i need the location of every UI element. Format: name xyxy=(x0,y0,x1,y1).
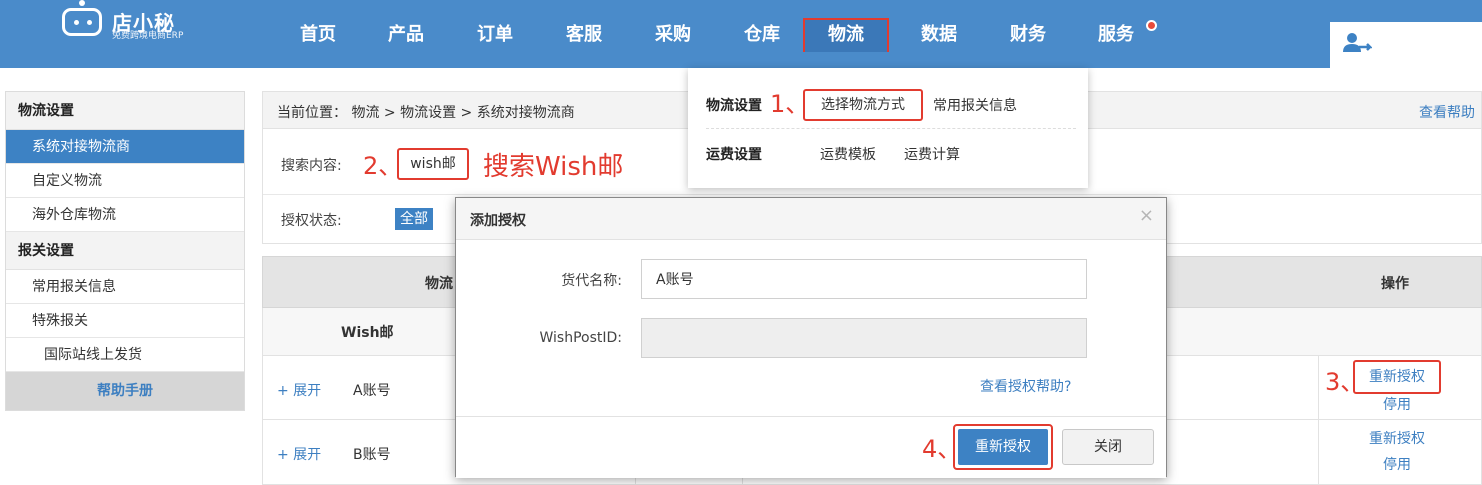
sidebar-section-customs: 报关设置 xyxy=(6,232,244,270)
expand-link[interactable]: + 展开 xyxy=(277,444,321,464)
dropdown-item-select-method[interactable]: 选择物流方式 xyxy=(803,89,923,121)
status-label: 授权状态: xyxy=(281,213,342,229)
col-ops-header: 操作 xyxy=(1381,276,1409,292)
sidebar: 物流设置 系统对接物流商 自定义物流 海外仓库物流 报关设置 常用报关信息 特殊… xyxy=(5,91,245,411)
disable-button[interactable]: 停用 xyxy=(1353,394,1441,414)
forwarder-name-input[interactable] xyxy=(641,259,1087,299)
col-logistics-header: 物流 xyxy=(425,276,453,292)
search-label: 搜索内容: xyxy=(281,158,342,174)
sidebar-item-system-carriers[interactable]: 系统对接物流商 xyxy=(6,130,244,164)
sidebar-item-overseas-warehouse[interactable]: 海外仓库物流 xyxy=(6,198,244,232)
dropdown-item-customs-info[interactable]: 常用报关信息 xyxy=(933,95,1017,115)
close-icon[interactable]: × xyxy=(1139,205,1154,226)
auth-help-link[interactable]: 查看授权帮助? xyxy=(980,376,1071,396)
search-tag-wish-post[interactable]: wish邮 xyxy=(397,148,469,180)
account-name: A账号 xyxy=(353,383,391,399)
help-manual-button[interactable]: 帮助手册 xyxy=(6,372,244,410)
dropdown-item-freight-template[interactable]: 运费模板 xyxy=(820,144,876,164)
status-all-filter[interactable]: 全部 xyxy=(395,208,433,230)
dropdown-divider xyxy=(706,128,1076,129)
nav-services[interactable]: 服务 xyxy=(1094,18,1138,52)
sidebar-item-special-customs[interactable]: 特殊报关 xyxy=(6,304,244,338)
robot-logo-icon xyxy=(62,0,102,36)
logo-subtitle: 免费跨境电商ERP xyxy=(112,31,184,41)
nav-products[interactable]: 产品 xyxy=(384,18,428,52)
search-hint-annotation: 搜索Wish邮 xyxy=(483,152,624,182)
reauthorize-button[interactable]: 重新授权 xyxy=(1353,428,1441,448)
notification-dot-icon xyxy=(1146,20,1157,31)
nav-finance[interactable]: 财务 xyxy=(1006,18,1050,52)
dropdown-item-freight-calc[interactable]: 运费计算 xyxy=(904,144,960,164)
group-name: Wish邮 xyxy=(341,325,394,341)
close-modal-button[interactable]: 关闭 xyxy=(1062,429,1154,465)
nav-warehouse[interactable]: 仓库 xyxy=(740,18,784,52)
nav-orders[interactable]: 订单 xyxy=(473,18,517,52)
breadcrumb: 当前位置： 物流 > 物流设置 > 系统对接物流商 xyxy=(277,105,575,121)
disable-button[interactable]: 停用 xyxy=(1353,454,1441,474)
account-name: B账号 xyxy=(353,447,391,463)
nav-home[interactable]: 首页 xyxy=(296,18,340,52)
logistics-dropdown-menu: 物流设置 1、 选择物流方式 常用报关信息 运费设置 运费模板 运费计算 xyxy=(688,68,1088,188)
sidebar-item-custom-logistics[interactable]: 自定义物流 xyxy=(6,164,244,198)
sidebar-item-customs-info[interactable]: 常用报关信息 xyxy=(6,270,244,304)
wishpost-id-label: WishPostID: xyxy=(539,330,622,346)
modal-header: 添加授权 × xyxy=(456,198,1166,240)
dropdown-section-freight: 运费设置 xyxy=(706,147,762,163)
nav-logistics[interactable]: 物流 xyxy=(803,18,889,52)
reauthorize-confirm-label: 重新授权 xyxy=(958,429,1048,465)
modal-footer: 4、 重新授权 关闭 xyxy=(456,416,1166,478)
modal-title: 添加授权 xyxy=(470,213,526,229)
user-icon xyxy=(1343,33,1372,52)
sidebar-section-logistics: 物流设置 xyxy=(6,92,244,130)
forwarder-name-label: 货代名称: xyxy=(561,273,622,289)
add-authorization-modal: 添加授权 × 货代名称: WishPostID: 查看授权帮助? 4、 重新授权… xyxy=(455,197,1167,478)
view-help-link[interactable]: 查看帮助 xyxy=(1419,102,1475,122)
reauthorize-button[interactable]: 重新授权 xyxy=(1353,360,1441,394)
top-navbar: 店小秘 免费跨境电商ERP 首页 产品 订单 客服 采购 仓库 物流 数据 财务… xyxy=(0,0,1482,68)
logo[interactable]: 店小秘 免费跨境电商ERP xyxy=(62,0,222,41)
nav-purchase[interactable]: 采购 xyxy=(651,18,695,52)
wishpost-id-input[interactable] xyxy=(641,318,1087,358)
sidebar-item-online-shipping[interactable]: 国际站线上发货 xyxy=(6,338,244,372)
nav-data[interactable]: 数据 xyxy=(917,18,961,52)
nav-customer-service[interactable]: 客服 xyxy=(562,18,606,52)
dropdown-section-logistics: 物流设置 xyxy=(706,98,762,114)
column-divider xyxy=(1318,356,1319,485)
reauthorize-confirm-button[interactable]: 重新授权 xyxy=(953,424,1053,470)
expand-link[interactable]: + 展开 xyxy=(277,380,321,400)
user-menu[interactable] xyxy=(1330,22,1482,68)
